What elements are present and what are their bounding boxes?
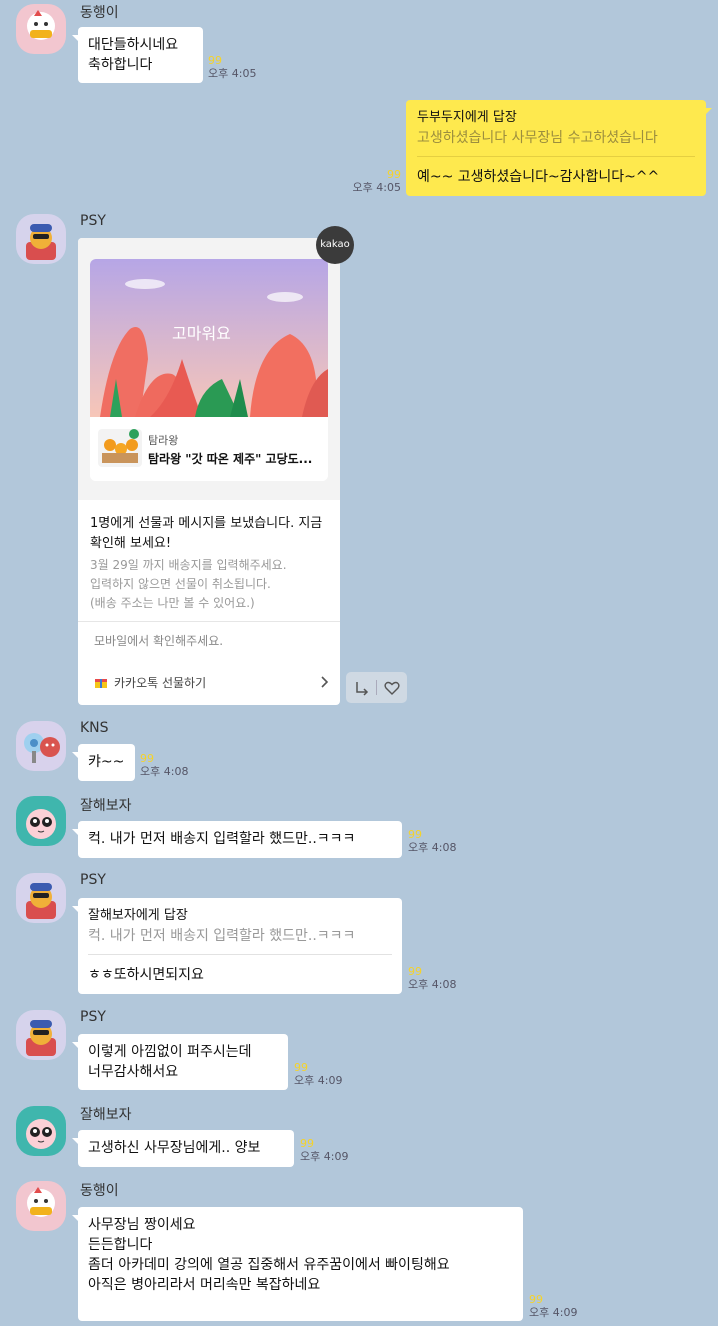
- gift-note: 모바일에서 확인해주세요.: [94, 634, 224, 648]
- message-text: 예~~ 고생하셨습니다~감사합니다~^^: [417, 169, 660, 185]
- message-text: 고생하신 사무장님에게.. 양보: [88, 1140, 261, 1156]
- timestamp: 오후 4:08: [140, 765, 189, 778]
- gift-divider: [78, 621, 340, 622]
- timestamp: 오후 4:09: [294, 1074, 343, 1087]
- message-text: 캬~~: [88, 754, 125, 770]
- message-meta: 99 오후 4:09: [294, 1061, 342, 1087]
- sender-name: KNS: [80, 720, 109, 736]
- product-name: 탐라왕 "갓 따온 제주" 고당도...: [148, 452, 313, 466]
- avatar-kns[interactable]: [16, 721, 66, 771]
- avatar-character-icon: [26, 883, 56, 919]
- gift-card-image: 고마워요: [90, 259, 328, 481]
- message-line: 좀더 아카데미 강의에 열공 집중해서 유주꿈이에서 빠이팅해요: [88, 1257, 450, 1273]
- message-bubble[interactable]: 고생하신 사무장님에게.. 양보: [72, 1130, 294, 1167]
- avatar-jalhaeboja[interactable]: [16, 796, 66, 846]
- timestamp: 오후 4:08: [408, 841, 457, 854]
- avatar-psy[interactable]: [16, 214, 66, 264]
- sender-name: PSY: [80, 1009, 106, 1025]
- avatar-donghaengi[interactable]: [16, 1181, 66, 1231]
- message-text: ㅎㅎ또하시면되지요: [88, 967, 204, 983]
- share-icon[interactable]: [354, 680, 370, 696]
- avatar-character-icon: [27, 1187, 55, 1217]
- message-bubble[interactable]: 이렇게 아낌없이 퍼주시는데 너무감사해서요: [72, 1034, 288, 1090]
- gift-sub-line: 3월 29일 까지 배송지를 입력해주세요.: [90, 558, 287, 572]
- unread-count: 99: [300, 1137, 314, 1150]
- my-reply-bubble[interactable]: 두부두지에게 답장 고생하셨습니다 사무장님 수고하셨습니다 예~~ 고생하셨습…: [406, 100, 712, 196]
- sender-name: PSY: [80, 213, 106, 229]
- message-meta: 99 오후 4:05: [208, 54, 256, 80]
- message-line: 축하합니다: [88, 57, 153, 73]
- sender-name: 동행이: [80, 1183, 119, 1199]
- timestamp: 오후 4:09: [529, 1306, 578, 1319]
- message-line: 이렇게 아낌없이 퍼주시는데: [88, 1044, 252, 1060]
- kakao-badge: kakao: [316, 226, 354, 264]
- heart-icon[interactable]: [384, 680, 400, 696]
- avatar-character-icon: [26, 1119, 56, 1149]
- message-text: 컥. 내가 먼저 배송지 입력할라 했드만..ㅋㅋㅋ: [88, 831, 356, 847]
- avatar-donghaengi[interactable]: [16, 4, 66, 54]
- gift-link-label: 카카오톡 선물하기: [114, 676, 207, 690]
- timestamp: 오후 4:05: [352, 181, 401, 194]
- message-line: 든든합니다: [88, 1237, 153, 1253]
- gift-box-icon: [95, 679, 107, 688]
- reply-target: 두부두지에게 답장: [417, 110, 517, 125]
- message-meta: 99 오후 4:05: [346, 168, 401, 194]
- message-meta: 99 오후 4:09: [529, 1293, 577, 1319]
- gift-card-title: 고마워요: [172, 324, 231, 343]
- gift-card[interactable]: 고마워요 탐라왕 탐라왕 "갓 따온 제주" 고당도... 1명에게 선물과 메…: [78, 238, 340, 705]
- timestamp: 오후 4:08: [408, 978, 457, 991]
- message-line: 아직은 병아리라서 머리속만 복잡하네요: [88, 1277, 321, 1293]
- avatar-psy[interactable]: [16, 1010, 66, 1060]
- unread-count: 99: [408, 828, 422, 841]
- message-line: 너무감사해서요: [88, 1064, 179, 1080]
- reply-bubble[interactable]: 잘해보자에게 답장 컥. 내가 먼저 배송지 입력할라 했드만..ㅋㅋㅋ ㅎㅎ또…: [72, 898, 402, 994]
- message-meta: 99 오후 4:08: [408, 965, 456, 991]
- unread-count: 99: [529, 1293, 543, 1306]
- reply-quote: 컥. 내가 먼저 배송지 입력할라 했드만..ㅋㅋㅋ: [88, 928, 356, 944]
- message-bubble[interactable]: 사무장님 짱이세요 든든합니다 좀더 아카데미 강의에 열공 집중해서 유주꿈이…: [72, 1207, 523, 1321]
- unread-count: 99: [387, 168, 401, 181]
- reply-quote: 고생하셨습니다 사무장님 수고하셨습니다: [417, 130, 658, 146]
- reply-divider: [417, 156, 695, 157]
- product-brand: 탐라왕: [148, 434, 179, 447]
- sender-name: 잘해보자: [80, 1107, 132, 1123]
- unread-count: 99: [140, 752, 154, 765]
- message-bubble[interactable]: 캬~~: [72, 744, 135, 781]
- timestamp: 오후 4:09: [300, 1150, 349, 1163]
- message-line: 사무장님 짱이세요: [88, 1217, 196, 1233]
- avatar-character-icon: [26, 224, 56, 260]
- avatar-character-icon: [26, 1020, 56, 1056]
- reply-target: 잘해보자에게 답장: [88, 908, 188, 923]
- reply-divider: [88, 954, 392, 955]
- sender-name: 동행이: [80, 5, 119, 21]
- gift-main-text: 1명에게 선물과 메시지를 보냈습니다. 지금 확인해 보세요!: [90, 516, 323, 551]
- sender-name: PSY: [80, 872, 106, 888]
- message-bubble[interactable]: 대단들하시네요 축하합니다: [72, 27, 203, 83]
- sender-name: 잘해보자: [80, 798, 132, 814]
- avatar-psy[interactable]: [16, 873, 66, 923]
- gift-sub-text: 3월 29일 까지 배송지를 입력해주세요. 입력하지 않으면 선물이 취소됩니…: [90, 556, 334, 613]
- unread-count: 99: [208, 54, 222, 67]
- unread-count: 99: [294, 1061, 308, 1074]
- avatar-character-icon: [26, 809, 56, 839]
- avatar-jalhaeboja[interactable]: [16, 1106, 66, 1156]
- message-meta: 99 오후 4:09: [300, 1137, 348, 1163]
- message-meta: 99 오후 4:08: [408, 828, 456, 854]
- chevron-right-icon: [321, 676, 329, 688]
- gift-link[interactable]: 카카오톡 선물하기: [94, 674, 332, 691]
- message-line: 대단들하시네요: [88, 37, 179, 53]
- unread-count: 99: [408, 965, 422, 978]
- message-meta: 99 오후 4:08: [140, 752, 188, 778]
- avatar-character-icon: [24, 733, 60, 763]
- avatar-character-icon: [27, 10, 55, 40]
- gift-sub-line: (배송 주소는 나만 볼 수 있어요.): [90, 596, 255, 610]
- action-divider: [376, 680, 377, 695]
- message-bubble[interactable]: 컥. 내가 먼저 배송지 입력할라 했드만..ㅋㅋㅋ: [72, 821, 402, 858]
- tulip-illustration-icon: 고마워요: [90, 259, 328, 481]
- gift-sub-line: 입력하지 않으면 선물이 취소됩니다.: [90, 577, 271, 591]
- timestamp: 오후 4:05: [208, 67, 257, 80]
- message-actions: [346, 672, 407, 703]
